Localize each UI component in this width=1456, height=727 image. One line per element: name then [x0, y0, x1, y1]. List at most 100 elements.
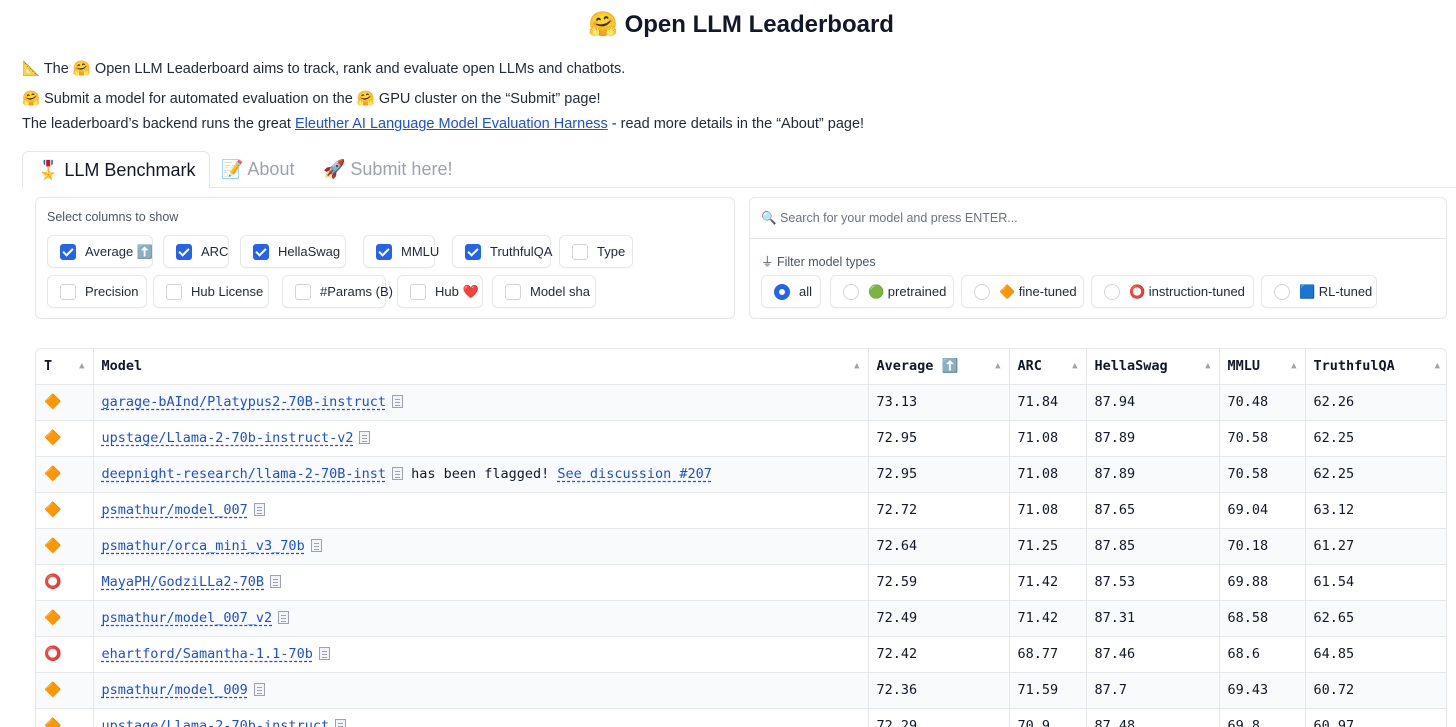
model-cell: upstage/Llama-2-70b-instruct	[93, 708, 869, 727]
tab-submit[interactable]: 🚀 Submit here!	[323, 151, 452, 188]
model-card-icon[interactable]	[310, 539, 322, 552]
model-type-radio[interactable]: ⭕ instruction-tuned	[1091, 275, 1254, 308]
model-type-icon: 🔶	[44, 718, 62, 727]
model-card-icon[interactable]	[359, 431, 371, 444]
column-header[interactable]: ARC ▲	[1009, 349, 1087, 385]
model-link[interactable]: psmathur/orca_mini_v3_70b	[102, 538, 305, 554]
model-link[interactable]: deepnight-research/llama-2-70B-inst	[102, 466, 386, 482]
sort-arrow-icon[interactable]: ▲	[995, 361, 1000, 371]
model-card-icon[interactable]	[278, 611, 290, 624]
model-card-icon[interactable]	[270, 575, 282, 588]
eleuther-harness-link[interactable]: Eleuther AI Language Model Evaluation Ha…	[295, 116, 608, 132]
column-checkbox[interactable]: MMLU	[363, 235, 439, 268]
model-card-icon[interactable]	[253, 683, 265, 696]
checkbox-box[interactable]	[505, 283, 521, 300]
column-header[interactable]: TruthfulQA ▲	[1305, 349, 1446, 385]
model-link[interactable]: upstage/Llama-2-70b-instruct-v2	[102, 430, 354, 446]
model-link[interactable]: psmathur/model_009	[102, 682, 248, 698]
average-cell: 72.49	[868, 600, 1010, 637]
checkbox-box[interactable]	[376, 243, 392, 260]
model-link[interactable]: upstage/Llama-2-70b-instruct	[102, 718, 330, 727]
arc-cell: 71.25	[1009, 528, 1087, 565]
truthfulqa-cell: 61.54	[1305, 564, 1446, 601]
column-header[interactable]: T ▲	[36, 349, 94, 385]
leaderboard-table: T ▲ Model ▲ Average ⬆️ ▲ ARC ▲ HellaSwag ▲ MMLU ▲ Tr…	[36, 349, 1446, 727]
column-checkbox[interactable]: Precision	[47, 275, 147, 308]
model-link[interactable]: garage-bAInd/Platypus2-70B-instruct	[102, 394, 386, 410]
radio-circle[interactable]	[974, 283, 990, 300]
radio-circle[interactable]	[774, 283, 790, 300]
model-card-icon[interactable]	[335, 719, 347, 727]
column-selector-label: Select columns to show	[47, 210, 179, 224]
model-link[interactable]: psmathur/model_007	[102, 502, 248, 518]
model-cell: psmathur/model_007	[93, 492, 869, 529]
checkbox-box[interactable]	[176, 243, 192, 260]
column-checkbox[interactable]: ARC	[163, 235, 229, 268]
checkbox-box[interactable]	[253, 243, 269, 260]
search-input[interactable]: 🔍 Search for your model and press ENTER.…	[750, 198, 1446, 239]
average-cell: 72.59	[868, 564, 1010, 601]
column-header[interactable]: HellaSwag ▲	[1086, 349, 1220, 385]
model-type-radio[interactable]: 🔶 fine-tuned	[961, 275, 1084, 308]
radio-circle[interactable]	[1274, 283, 1290, 300]
type-cell: 🔶	[36, 384, 94, 421]
truthfulqa-cell: 64.85	[1305, 636, 1446, 673]
column-checkbox[interactable]: Average ⬆️	[47, 235, 153, 268]
checkbox-label: MMLU	[401, 244, 440, 259]
sort-arrow-icon[interactable]: ▲	[1205, 361, 1210, 371]
checkbox-label: Hub License	[191, 284, 264, 299]
column-checkbox[interactable]: Hub ❤️	[397, 275, 483, 308]
checkbox-box[interactable]	[295, 283, 311, 300]
radio-circle[interactable]	[1104, 283, 1120, 300]
sort-arrow-icon[interactable]: ▲	[79, 361, 84, 371]
checkbox-box[interactable]	[60, 283, 76, 300]
sort-arrow-icon[interactable]: ▲	[1291, 361, 1296, 371]
column-checkbox[interactable]: HellaSwag	[240, 235, 346, 268]
sort-arrow-icon[interactable]: ▲	[1072, 361, 1077, 371]
column-header[interactable]: MMLU ▲	[1219, 349, 1306, 385]
checkbox-box[interactable]	[465, 243, 481, 260]
model-link[interactable]: ehartford/Samantha-1.1-70b	[102, 646, 313, 662]
column-header[interactable]: Model ▲	[93, 349, 869, 385]
model-cell: psmathur/orca_mini_v3_70b	[93, 528, 869, 565]
model-type-icon: ⭕	[44, 646, 62, 662]
sort-arrow-icon[interactable]: ▲	[854, 361, 859, 371]
mmlu-cell: 68.58	[1219, 600, 1306, 637]
checkbox-box[interactable]	[60, 243, 76, 260]
discussion-link[interactable]: See discussion #207	[557, 466, 711, 482]
column-checkbox[interactable]: Model sha	[492, 275, 596, 308]
model-cell: upstage/Llama-2-70b-instruct-v2	[93, 420, 869, 457]
table-row: 🔶 psmathur/model_007 72.72 71.08 87.65 69.04 6…	[36, 492, 1446, 529]
model-card-icon[interactable]	[391, 395, 403, 408]
model-type-radio[interactable]: 🟢 pretrained	[830, 275, 954, 308]
model-type-radio[interactable]: all	[761, 275, 821, 308]
model-card-icon[interactable]	[318, 647, 330, 660]
column-checkbox[interactable]: #Params (B)	[282, 275, 393, 308]
model-type-icon: ⭕	[44, 574, 62, 590]
model-type-radio[interactable]: 🟦 RL-tuned	[1261, 275, 1377, 308]
tab-about[interactable]: 📝 About	[221, 151, 294, 188]
truthfulqa-cell: 62.25	[1305, 456, 1446, 493]
column-header-label: Model	[101, 358, 143, 375]
average-cell: 72.95	[868, 420, 1010, 457]
sort-arrow-icon[interactable]: ▲	[1435, 361, 1440, 371]
type-cell: 🔶	[36, 528, 94, 565]
leaderboard-table-container[interactable]: T ▲ Model ▲ Average ⬆️ ▲ ARC ▲ HellaSwag ▲ MMLU ▲ Tr…	[35, 348, 1447, 727]
model-cell: ehartford/Samantha-1.1-70b	[93, 636, 869, 673]
column-checkbox[interactable]: TruthfulQA	[452, 235, 552, 268]
hellaswag-cell: 87.65	[1086, 492, 1220, 529]
model-card-icon[interactable]	[391, 467, 403, 480]
column-checkbox[interactable]: Hub License	[153, 275, 269, 308]
checkbox-box[interactable]	[572, 243, 588, 260]
tab-llm-benchmark[interactable]: 🎖️ LLM Benchmark	[22, 151, 211, 189]
model-card-icon[interactable]	[253, 503, 265, 516]
radio-circle[interactable]	[843, 283, 859, 300]
column-checkbox[interactable]: Type	[559, 235, 633, 268]
truthfulqa-cell: 62.26	[1305, 384, 1446, 421]
checkbox-box[interactable]	[166, 283, 182, 300]
model-link[interactable]: MayaPH/GodziLLa2-70B	[102, 574, 265, 590]
column-header[interactable]: Average ⬆️ ▲	[868, 349, 1010, 385]
table-row: ⭕ ehartford/Samantha-1.1-70b 72.42 68.77 87.…	[36, 636, 1446, 673]
model-link[interactable]: psmathur/model_007_v2	[102, 610, 273, 626]
checkbox-box[interactable]	[410, 283, 426, 300]
